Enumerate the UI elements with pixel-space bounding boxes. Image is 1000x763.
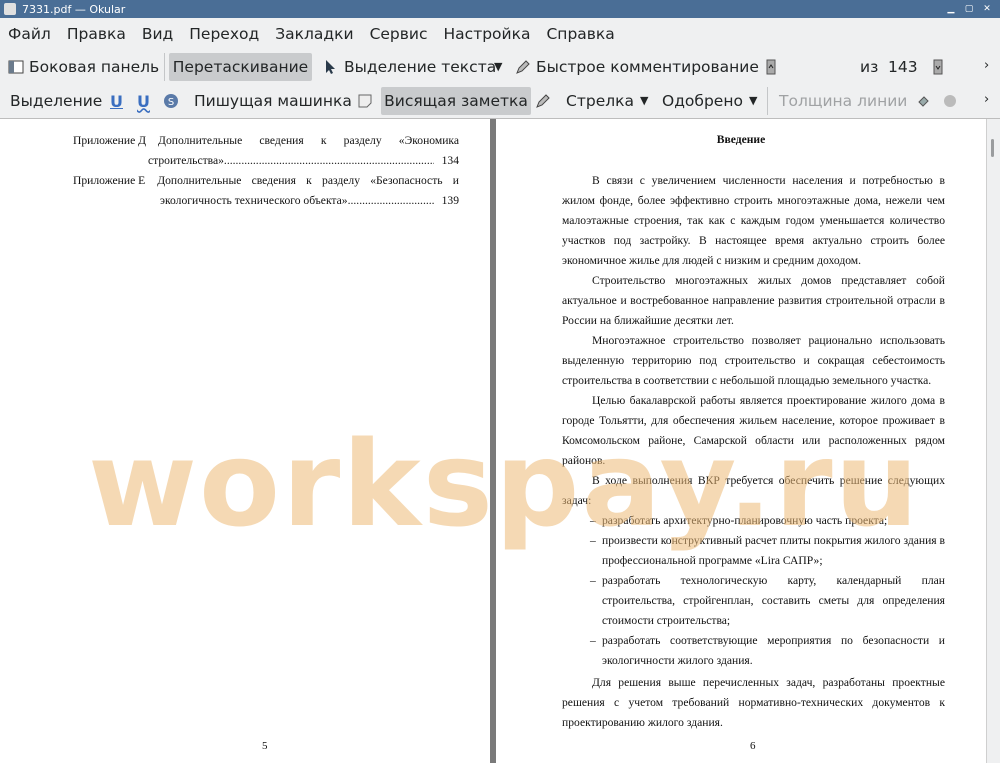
stamp-chevron-down-icon[interactable]: ▼ (749, 94, 757, 107)
page-number: 5 (262, 740, 268, 752)
document-viewer[interactable]: Приложение Д Дополнительные сведения к р… (0, 119, 1000, 763)
list-item: – произвести конструктивный расчет плиты … (590, 534, 945, 567)
menu-bookmarks[interactable]: Закладки (267, 25, 361, 43)
popup-note-button[interactable]: Висящая заметка (381, 87, 531, 115)
line-width-label: Толщина линии (779, 92, 908, 110)
page-of-label: из (860, 58, 879, 76)
paragraph: Для решения выше перечисленных задач, ра… (562, 676, 945, 729)
close-icon[interactable]: ✕ (980, 2, 994, 16)
paragraph: Целью бакалаврской работы является проек… (562, 394, 945, 467)
strikeout-button[interactable]: S (163, 87, 184, 115)
stamp-label: Одобрено (662, 92, 743, 110)
toolbar-overflow-chevron-icon[interactable]: › (984, 58, 989, 73)
arrow-tool-button[interactable]: Стрелка (566, 87, 634, 115)
main-toolbar: Боковая панель Перетаскивание Выделение … (0, 50, 1000, 131)
quick-annotation-button[interactable]: Быстрое комментирование (515, 53, 759, 81)
page-up-icon (766, 59, 776, 75)
toolbar-separator (164, 53, 165, 81)
sidebar-button-label: Боковая панель (29, 58, 160, 76)
okular-app-icon (4, 3, 16, 15)
list-item: – разработать технологическую карту, кале… (590, 574, 945, 627)
toc-title-cont: экологичность технического объекта» (160, 194, 348, 207)
typewriter-label: Пишущая машинка (194, 92, 352, 110)
palette-icon (944, 95, 956, 107)
freehand-pen-icon (536, 94, 550, 108)
palette-button[interactable] (942, 87, 963, 115)
menu-edit[interactable]: Правка (59, 25, 134, 43)
chevron-down-icon[interactable]: ▼ (494, 60, 502, 73)
drag-tool-button[interactable]: Перетаскивание (169, 53, 312, 81)
quick-annotation-label: Быстрое комментирование (536, 58, 759, 76)
menu-view[interactable]: Вид (134, 25, 181, 43)
previous-page-button[interactable] (763, 53, 784, 81)
window-title: 7331.pdf — Okular (22, 2, 126, 16)
drag-tool-label: Перетаскивание (172, 58, 309, 76)
task-list: – разработать архитектурно-планировочную … (562, 511, 945, 671)
next-page-button[interactable] (930, 53, 951, 81)
pdf-page-6: Введение В связи с увеличением численнос… (496, 119, 986, 763)
paragraph: В ходе выполнения ВКР требуется обеспечи… (562, 474, 945, 507)
toc-page: 139 (441, 194, 459, 207)
cursor-arrow-icon (326, 60, 335, 74)
page-total-label: 143 (888, 58, 918, 76)
pen-icon (516, 60, 530, 74)
maximize-icon[interactable]: ▢ (962, 2, 976, 16)
popup-note-label: Висящая заметка (384, 92, 528, 110)
strikeout-icon: S (164, 94, 178, 108)
scrollbar-thumb[interactable] (991, 139, 994, 157)
annotation-overflow-chevron-icon[interactable]: › (984, 92, 989, 107)
paint-bucket-icon (918, 96, 929, 107)
arrow-tool-label: Стрелка (566, 92, 634, 110)
toc-dots: ........................................… (223, 154, 434, 167)
color-picker-button[interactable] (916, 87, 937, 115)
squiggle-button[interactable]: U (137, 87, 150, 115)
typewriter-button[interactable]: Пишущая машинка (194, 87, 352, 115)
toolbar-separator (767, 87, 768, 115)
note-icon (358, 94, 372, 108)
paragraph: Многоэтажное строительство позволяет рац… (562, 334, 945, 387)
freehand-button[interactable] (535, 87, 556, 115)
menu-go[interactable]: Переход (181, 25, 267, 43)
page-down-icon (933, 59, 943, 75)
toc-title: Дополнительные сведения к разделу «Эконо… (158, 134, 459, 147)
toc-entry: Приложение Е Дополнительные сведения к р… (73, 171, 459, 211)
pdf-page-5: Приложение Д Дополнительные сведения к р… (0, 119, 490, 763)
select-annotation-label: Выделение (10, 92, 103, 110)
toc-prefix: Приложение Е (73, 174, 146, 187)
arrow-chevron-down-icon[interactable]: ▼ (640, 94, 648, 107)
underline-icon: U (110, 91, 123, 111)
paragraph: Строительство многоэтажных жилых домов п… (562, 274, 945, 327)
menu-tools[interactable]: Сервис (362, 25, 436, 43)
line-width-button[interactable]: Толщина линии (779, 87, 907, 115)
list-item: – разработать архитектурно-планировочную … (590, 514, 888, 527)
toc-dots: ........................................… (347, 194, 434, 207)
menu-help[interactable]: Справка (538, 25, 622, 43)
toc-title: Дополнительные сведения к разделу «Безоп… (157, 174, 459, 187)
page-number: 6 (750, 740, 756, 752)
list-item: – разработать соответствующие мероприятия… (590, 634, 945, 667)
toc-title-cont: строительства» (148, 154, 224, 167)
menu-settings[interactable]: Настройка (436, 25, 539, 43)
menu-file[interactable]: Файл (0, 25, 59, 43)
annotation-toolbar: Выделение U U S Пишущая машинка Висящая … (0, 84, 1000, 119)
vertical-scrollbar[interactable] (986, 119, 1000, 763)
sidebar-button[interactable]: Боковая панель (8, 53, 159, 81)
select-annotation-button[interactable]: Выделение (10, 87, 102, 115)
note-icon-button[interactable] (357, 87, 378, 115)
sidebar-icon (8, 60, 24, 74)
page-heading: Введение (716, 133, 766, 146)
svg-text:S: S (168, 97, 174, 108)
toc-entry: Приложение Д Дополнительные сведения к р… (73, 131, 459, 171)
title-bar: 7331.pdf — Okular ▁ ▢ ✕ (0, 0, 1000, 18)
toc-prefix: Приложение Д (73, 134, 147, 147)
text-select-tool-button[interactable]: Выделение текста (323, 53, 496, 81)
stamp-button[interactable]: Одобрено (662, 87, 743, 115)
text-select-tool-label: Выделение текста (344, 58, 497, 76)
toc-page: 134 (441, 154, 459, 167)
squiggle-underline-icon: U (137, 91, 150, 111)
menu-bar: Файл Правка Вид Переход Закладки Сервис … (0, 18, 1000, 50)
minimize-icon[interactable]: ▁ (944, 2, 958, 16)
paragraph: В связи с увеличением численности населе… (562, 174, 945, 267)
underline-button[interactable]: U (110, 87, 123, 115)
